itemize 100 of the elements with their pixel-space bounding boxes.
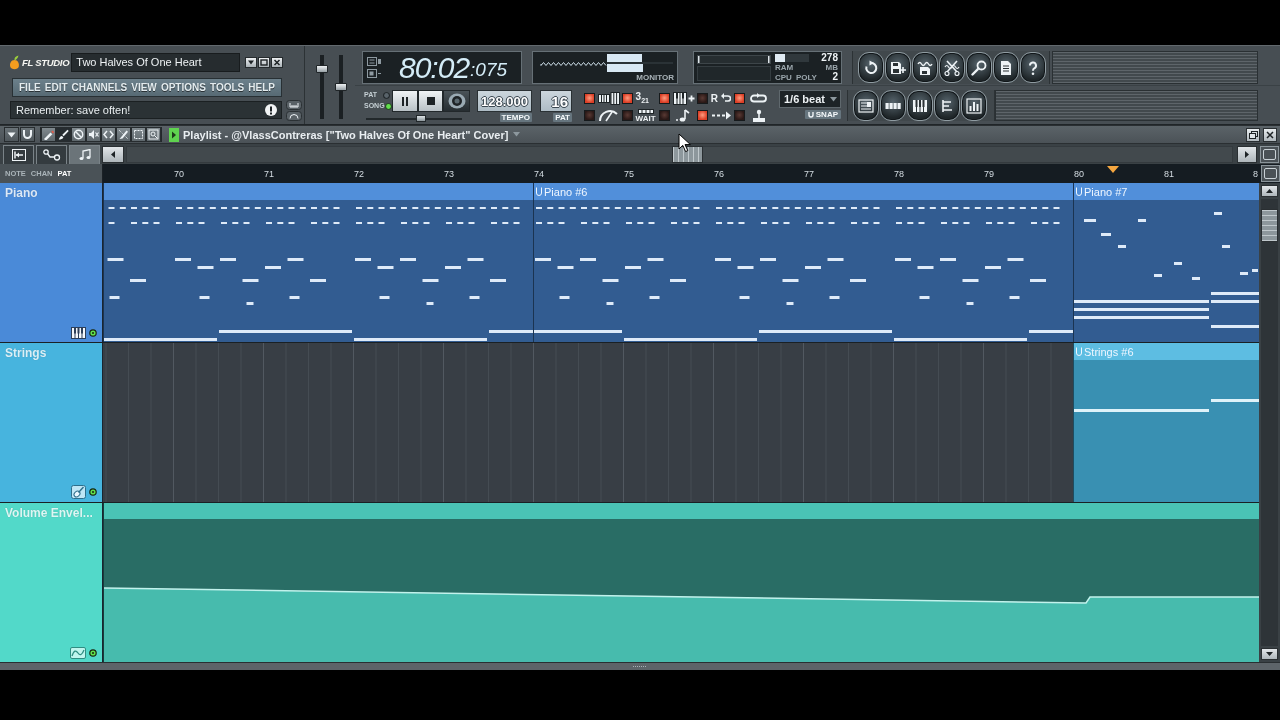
tool-button[interactable] <box>86 127 101 142</box>
tool-button[interactable] <box>41 127 56 142</box>
menu-item[interactable]: TOOLS <box>210 82 245 93</box>
toggle-button[interactable] <box>659 92 671 104</box>
pattern-clip[interactable] <box>103 183 533 342</box>
playhead-marker-icon[interactable] <box>1107 166 1119 173</box>
scroll-right-button[interactable] <box>1237 145 1257 163</box>
slider-thumb[interactable] <box>415 115 426 122</box>
u-shape-icon[interactable] <box>536 187 542 196</box>
toolbar-button[interactable] <box>907 90 933 121</box>
envelope-icon[interactable] <box>70 647 86 659</box>
list-box-icon[interactable] <box>367 57 381 66</box>
menu-button[interactable] <box>4 127 19 142</box>
vertical-scrollbar[interactable] <box>1261 199 1278 646</box>
playlist-tab[interactable] <box>3 144 34 164</box>
bar-number: 71 <box>264 168 274 179</box>
led-icon[interactable] <box>89 329 97 337</box>
zoom-icon <box>148 129 159 140</box>
toggle-button[interactable] <box>696 92 708 104</box>
tool-button[interactable] <box>146 127 161 142</box>
led-icon[interactable] <box>89 649 97 657</box>
toolbar-button[interactable] <box>885 52 911 83</box>
scroll-up-button[interactable] <box>1261 185 1278 197</box>
toolbar-button[interactable] <box>853 90 879 121</box>
toggle-button[interactable] <box>584 92 595 104</box>
bracket-icon[interactable] <box>286 100 302 110</box>
stop-button[interactable] <box>418 90 443 112</box>
toolbar-button[interactable] <box>993 52 1019 83</box>
menu-item[interactable]: EDIT <box>44 82 68 93</box>
snap-button[interactable] <box>20 127 35 142</box>
toggle-button[interactable] <box>621 110 633 121</box>
led-icon[interactable] <box>384 102 392 110</box>
toolbar-button[interactable] <box>939 52 965 83</box>
page-icon[interactable] <box>367 69 381 78</box>
toggle-button[interactable] <box>659 110 671 121</box>
toolbar-button[interactable] <box>1020 52 1046 83</box>
toggle-button[interactable] <box>584 110 595 121</box>
toolbar-button[interactable] <box>961 90 987 121</box>
horizontal-scrollbar[interactable] <box>126 145 1233 163</box>
toolbar-button[interactable] <box>858 52 884 83</box>
tool-button[interactable] <box>116 127 131 142</box>
menu-button[interactable] <box>245 57 257 68</box>
document-icon <box>998 59 1014 76</box>
wait-label: WAIT <box>635 114 656 123</box>
menu-item[interactable]: VIEW <box>131 82 157 93</box>
pattern-clip[interactable]: Piano #7 <box>1073 183 1259 342</box>
maximize-button[interactable] <box>258 57 270 68</box>
piano-keys-icon[interactable] <box>71 327 86 339</box>
close-button[interactable] <box>1263 127 1277 142</box>
clip-header[interactable] <box>104 503 1259 519</box>
toolbar-button[interactable] <box>966 52 992 83</box>
tool-button[interactable] <box>56 127 71 142</box>
undo-arrow-icon <box>721 92 732 104</box>
bar-number: 72 <box>354 168 364 179</box>
restore-button[interactable] <box>1246 127 1260 142</box>
snap-dropdown[interactable]: 1/6 beat <box>779 90 841 108</box>
view-button[interactable] <box>1261 165 1280 182</box>
toggle-button[interactable] <box>696 110 708 121</box>
toolbar-button[interactable] <box>934 90 960 121</box>
track-name[interactable]: Piano <box>5 186 100 200</box>
menu-item[interactable]: CHANNELS <box>71 82 128 93</box>
record-button[interactable] <box>443 90 470 112</box>
clip-header[interactable]: Strings #6 <box>1074 343 1259 360</box>
scroll-left-button[interactable] <box>102 145 124 163</box>
clip-header[interactable]: Piano #7 <box>1074 183 1259 200</box>
automation-clip[interactable] <box>103 503 1259 662</box>
tool-button[interactable] <box>71 127 86 142</box>
playlist-tab[interactable] <box>69 144 100 164</box>
slider-thumb[interactable] <box>335 83 347 91</box>
track-name[interactable]: Strings <box>5 346 100 360</box>
toolbar-button[interactable] <box>880 90 906 121</box>
piano-plus-icon <box>673 91 696 105</box>
arc-icon[interactable] <box>286 111 302 121</box>
toggle-button[interactable] <box>621 92 633 104</box>
u-shape-icon[interactable] <box>1076 187 1082 196</box>
pause-button[interactable] <box>392 90 418 112</box>
close-button[interactable] <box>271 57 283 68</box>
knife-icon <box>118 129 129 140</box>
menu-item[interactable]: HELP <box>248 82 275 93</box>
toolbar-button[interactable] <box>912 52 938 83</box>
menu-item[interactable]: FILE <box>19 82 41 93</box>
tool-button[interactable] <box>101 127 116 142</box>
slider-thumb[interactable] <box>316 65 328 74</box>
view-button[interactable] <box>1260 145 1279 163</box>
pattern-clip[interactable]: Piano #6 <box>533 183 1073 342</box>
scroll-thumb[interactable] <box>1261 209 1278 242</box>
led-icon[interactable] <box>89 488 97 496</box>
caret-icon[interactable] <box>513 132 521 137</box>
toggle-button[interactable] <box>734 92 746 104</box>
playlist-title: Playlist - @VlassContreras ["Two Halves Of One Heart" Cover] <box>183 128 509 141</box>
pattern-clip[interactable]: Strings #6 <box>1073 343 1259 502</box>
clip-header[interactable]: Piano #6 <box>534 183 1073 200</box>
guitar-icon[interactable] <box>71 485 86 499</box>
tool-button[interactable] <box>131 127 146 142</box>
scroll-thumb[interactable] <box>672 145 703 163</box>
menu-item[interactable]: OPTIONS <box>160 82 206 93</box>
playlist-tab[interactable] <box>36 144 67 164</box>
toggle-button[interactable] <box>734 110 746 121</box>
clip-header[interactable] <box>104 183 533 200</box>
scroll-down-button[interactable] <box>1261 648 1278 660</box>
